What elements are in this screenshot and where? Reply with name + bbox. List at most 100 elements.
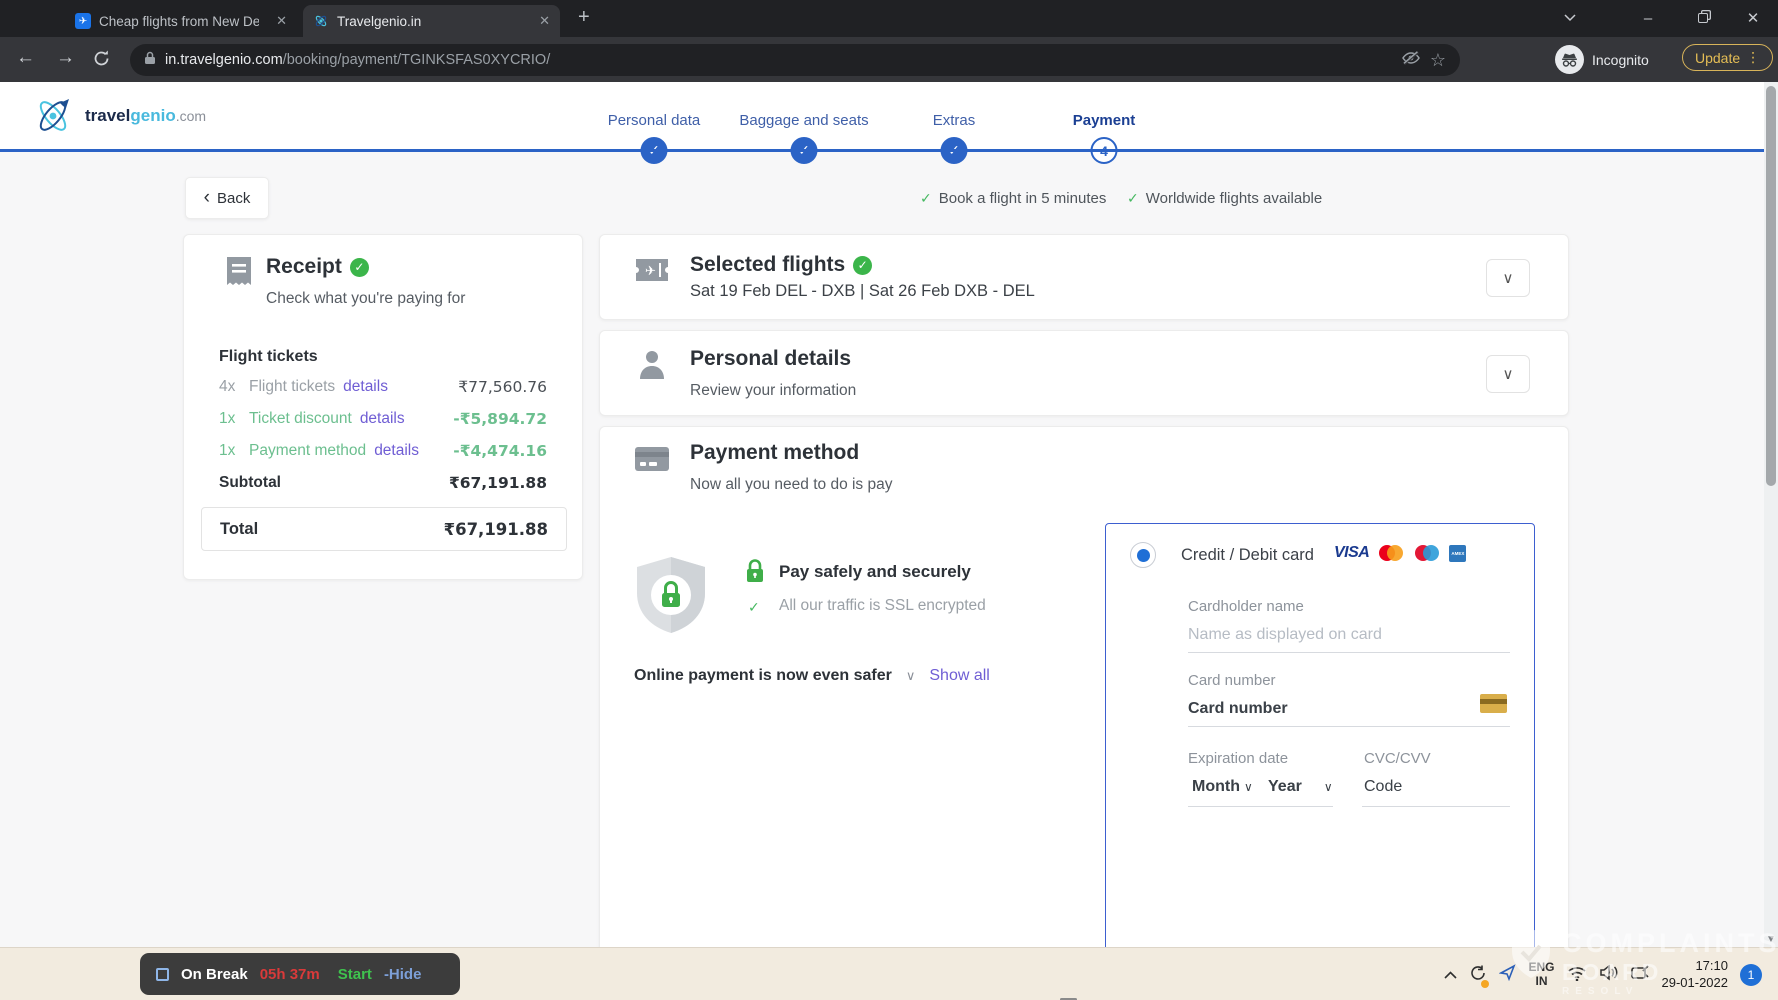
receipt-icon — [223, 255, 255, 296]
incognito-label: Incognito — [1592, 52, 1649, 68]
benefit-item: ✓ Book a flight in 5 minutes — [920, 190, 1106, 207]
forward-nav-icon[interactable]: → — [56, 48, 75, 67]
input-underline — [1188, 726, 1510, 727]
pen-tablet-icon[interactable] — [1630, 964, 1650, 986]
payment-subtitle: Now all you need to do is pay — [690, 476, 892, 494]
step-label-baggage: Baggage and seats — [739, 112, 868, 129]
tab-close-icon[interactable]: ✕ — [276, 13, 287, 29]
year-select[interactable]: Year∨ — [1268, 778, 1333, 796]
receipt-section-heading: Flight tickets — [219, 348, 318, 366]
credit-card-option-label: Credit / Debit card — [1181, 546, 1314, 565]
flight-ticket-icon: ✈ — [634, 255, 670, 290]
cardholder-input[interactable]: Name as displayed on card — [1188, 626, 1382, 644]
cardholder-label: Cardholder name — [1188, 598, 1304, 615]
step-label-personal-data: Personal data — [608, 112, 701, 129]
tab-favicon-travelgenio — [313, 13, 329, 29]
credit-card-icon — [634, 445, 670, 478]
logo-wordmark: travelgenio.com — [85, 106, 206, 126]
page-content: travelgenio.com Personal data Baggage an… — [0, 82, 1778, 947]
browser-toolbar: ← → in.travelgenio.com/booking/payment/T… — [0, 37, 1778, 82]
clock[interactable]: 17:10 29-01-2022 — [1662, 958, 1729, 992]
chevron-down-icon: ∨ — [1503, 269, 1514, 287]
cvc-label: CVC/CVV — [1364, 750, 1431, 767]
back-button[interactable]: ‹ Back — [185, 177, 269, 219]
subtotal-row: Subtotal ₹67,191.88 — [219, 474, 547, 492]
incognito-badge: Incognito — [1555, 45, 1649, 74]
show-all-link[interactable]: Show all — [929, 667, 989, 685]
back-nav-icon[interactable]: ← — [16, 48, 35, 67]
hide-button[interactable]: -Hide — [384, 966, 422, 983]
tab-favicon: ✈ — [75, 13, 91, 29]
step-label-payment: Payment — [1073, 112, 1136, 129]
site-header: travelgenio.com Personal data Baggage an… — [0, 82, 1778, 149]
amex-logo: AMEX — [1449, 545, 1466, 562]
security-headline: Pay safely and securely — [779, 562, 971, 582]
break-time: 05h 37m — [260, 966, 320, 983]
expiration-label: Expiration date — [1188, 750, 1288, 767]
chevron-down-icon: ∨ — [1503, 365, 1514, 383]
gold-card-icon — [1480, 694, 1507, 718]
cvc-input[interactable]: Code — [1364, 778, 1402, 796]
lock-icon — [144, 51, 156, 70]
details-link[interactable]: details — [374, 442, 419, 460]
incognito-icon — [1555, 45, 1584, 74]
notification-badge[interactable]: 1 — [1740, 964, 1762, 986]
window-minimize-button[interactable]: – — [1628, 3, 1668, 33]
safer-row: Online payment is now even safer ∨ Show … — [634, 667, 990, 685]
volume-icon[interactable] — [1599, 964, 1618, 986]
window-restore-button[interactable] — [1683, 3, 1723, 33]
details-link[interactable]: details — [360, 410, 405, 428]
travelgenio-logo[interactable]: travelgenio.com — [32, 95, 206, 137]
tray-time: 17:10 — [1695, 958, 1728, 975]
start-button[interactable]: Start — [338, 966, 372, 983]
new-tab-button[interactable]: + — [578, 6, 590, 29]
card-number-label: Card number — [1188, 672, 1276, 689]
check-icon: ✓ — [1127, 190, 1139, 207]
system-tray: ENGIN 17:10 29-01-2022 1 — [1444, 956, 1762, 994]
payment-title: Payment method — [690, 441, 859, 465]
credit-card-radio[interactable] — [1130, 542, 1156, 568]
scrollbar-thumb[interactable] — [1766, 86, 1776, 486]
sync-status-icon[interactable] — [1469, 964, 1487, 987]
address-bar[interactable]: in.travelgenio.com/booking/payment/TGINK… — [130, 44, 1460, 76]
window-restore-small-icon — [156, 968, 169, 981]
check-circle-icon: ✓ — [350, 258, 369, 277]
scroll-down-arrow-icon[interactable]: ▼ — [1766, 934, 1776, 945]
wifi-icon[interactable] — [1567, 965, 1587, 986]
chevron-down-icon[interactable]: ∨ — [906, 668, 916, 684]
receipt-title: Receipt✓ — [266, 255, 369, 279]
check-circle-icon: ✓ — [853, 256, 872, 275]
chevron-down-icon: ∨ — [1244, 780, 1253, 794]
page-scrollbar[interactable]: ▼ — [1764, 82, 1778, 947]
expand-personal-button[interactable]: ∨ — [1486, 355, 1530, 393]
total-row: Total ₹67,191.88 — [201, 507, 567, 551]
flights-title: Selected flights✓ — [690, 253, 872, 277]
location-arrow-icon[interactable] — [1499, 964, 1516, 986]
details-link[interactable]: details — [343, 378, 388, 396]
tab-title: Cheap flights from New Delhi to — [99, 14, 259, 29]
browser-tab-inactive[interactable]: ✈ Cheap flights from New Delhi to ✕ — [65, 5, 297, 37]
chevron-left-icon: ‹ — [204, 187, 210, 209]
window-close-button[interactable]: ✕ — [1733, 3, 1773, 33]
tab-close-icon[interactable]: ✕ — [539, 13, 550, 29]
reload-icon[interactable] — [92, 49, 111, 73]
card-number-input[interactable]: Card number — [1188, 700, 1288, 718]
bookmark-star-icon[interactable]: ☆ — [1430, 50, 1446, 71]
maestro-logo — [1413, 544, 1441, 562]
tray-date: 29-01-2022 — [1662, 975, 1729, 992]
tab-search-icon[interactable] — [1550, 3, 1590, 33]
eye-off-icon[interactable] — [1401, 50, 1421, 71]
browser-tab-active[interactable]: Travelgenio.in ✕ — [303, 5, 560, 37]
month-select[interactable]: Month∨ — [1192, 778, 1253, 796]
update-button[interactable]: Update ⋮ — [1682, 44, 1773, 71]
language-indicator[interactable]: ENGIN — [1528, 961, 1554, 989]
menu-dots-icon[interactable]: ⋮ — [1746, 49, 1760, 66]
shield-lock-icon — [633, 555, 709, 640]
flights-summary: Sat 19 Feb DEL - DXB | Sat 26 Feb DXB - … — [690, 282, 1035, 301]
windows-taskbar: On Break 05h 37m Start -Hide Dw Ps S TL … — [0, 947, 1778, 1000]
expand-flights-button[interactable]: ∨ — [1486, 259, 1530, 297]
break-timer-widget[interactable]: On Break 05h 37m Start -Hide — [140, 953, 460, 995]
input-underline — [1188, 806, 1333, 807]
credit-card-option-box: Credit / Debit card VISA AMEX Cardholder… — [1105, 523, 1535, 947]
tray-chevron-up-icon[interactable] — [1444, 966, 1457, 984]
